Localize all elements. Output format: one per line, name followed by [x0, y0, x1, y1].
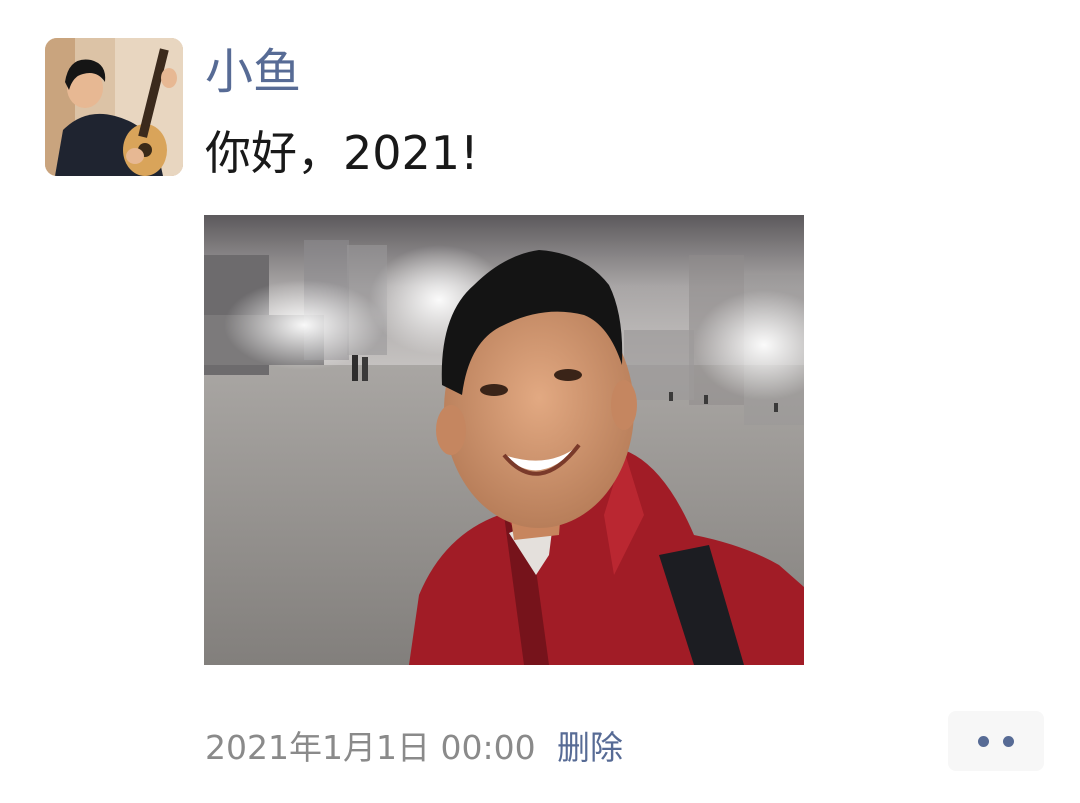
post-text: 你好，2021! [205, 126, 479, 180]
author-name-link[interactable]: 小鱼 [205, 38, 301, 106]
moment-post: 小鱼 你好，2021! 2021年1月1日 00:00 删除 [0, 0, 1080, 803]
more-dots-icon [978, 736, 989, 747]
more-options-button[interactable] [948, 711, 1044, 771]
more-dots-icon [1003, 736, 1014, 747]
avatar-photo-icon [45, 38, 183, 176]
selfie-photo-icon [204, 215, 804, 665]
delete-button[interactable]: 删除 [557, 722, 623, 774]
post-photo[interactable] [204, 215, 804, 665]
avatar[interactable] [45, 38, 183, 176]
post-timestamp: 2021年1月1日 00:00 [205, 728, 536, 767]
